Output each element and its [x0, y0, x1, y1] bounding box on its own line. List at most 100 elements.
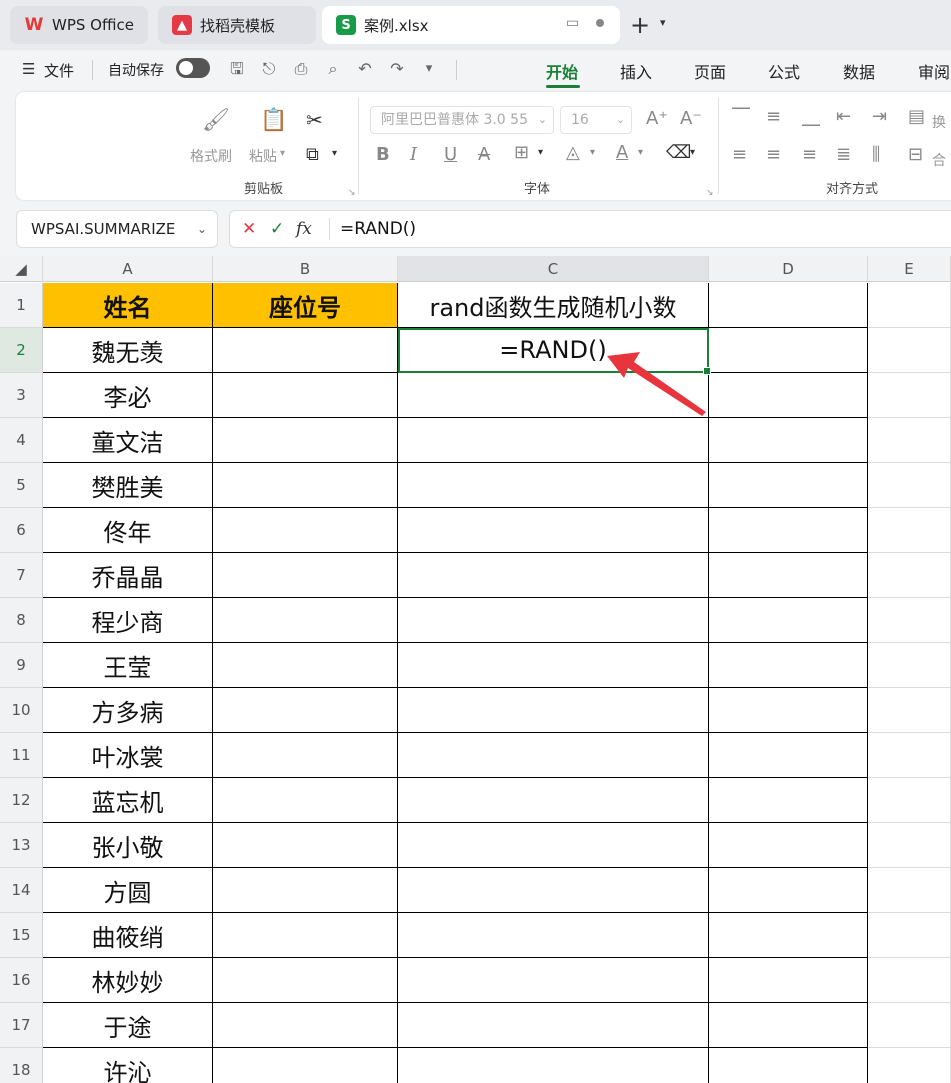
cell-b7[interactable] [213, 553, 398, 598]
cell-b10[interactable] [213, 688, 398, 733]
tab-home[interactable]: 开始 [546, 59, 578, 83]
decrease-indent-icon[interactable]: ⇤ [836, 106, 851, 127]
cell-d7[interactable] [709, 553, 868, 598]
cell-c17[interactable] [398, 1003, 709, 1048]
cell-c5[interactable] [398, 463, 709, 508]
new-tab-plus-icon[interactable]: + [630, 11, 650, 39]
cell-e1[interactable] [868, 283, 951, 328]
row-header-1[interactable]: 1 [0, 283, 43, 328]
cell-d10[interactable] [709, 688, 868, 733]
name-box[interactable]: WPSAI.SUMMARIZE ⌄ [16, 210, 218, 248]
cell-a5[interactable]: 樊胜美 [43, 463, 213, 508]
cell-c7[interactable] [398, 553, 709, 598]
cell-d4[interactable] [709, 418, 868, 463]
cell-a9[interactable]: 王莹 [43, 643, 213, 688]
cell-c3[interactable] [398, 373, 709, 418]
align-top-icon[interactable]: ⎺ [732, 106, 750, 127]
chevron-down-icon[interactable]: ▾ [660, 16, 666, 29]
cell-b2[interactable] [213, 328, 398, 373]
cell-e2[interactable] [868, 328, 951, 373]
cell-c4[interactable] [398, 418, 709, 463]
cell-d11[interactable] [709, 733, 868, 778]
formula-input-box[interactable]: ✕ ✓ fx =RAND() [229, 210, 951, 248]
cell-b8[interactable] [213, 598, 398, 643]
tab-case-xlsx[interactable]: S 案例.xlsx ▭ [322, 6, 620, 44]
cell-e17[interactable] [868, 1003, 951, 1048]
cell-a8[interactable]: 程少商 [43, 598, 213, 643]
cell-b9[interactable] [213, 643, 398, 688]
cell-a15[interactable]: 曲筱绡 [43, 913, 213, 958]
chevron-down-icon[interactable]: ▾ [690, 147, 695, 158]
increase-font-icon[interactable]: A⁺ [646, 108, 668, 129]
borders-icon[interactable]: ⊞ [514, 142, 529, 163]
copy-chevron-icon[interactable]: ▾ [332, 148, 337, 159]
bold-icon[interactable]: B [376, 144, 390, 165]
cell-e13[interactable] [868, 823, 951, 868]
row-header-6[interactable]: 6 [0, 508, 43, 553]
clear-format-eraser-icon[interactable]: ⌫ [666, 142, 691, 163]
row-header-10[interactable]: 10 [0, 688, 43, 733]
cell-a18[interactable]: 许沁 [43, 1048, 213, 1083]
strikethrough-icon[interactable]: A [478, 144, 490, 165]
cell-b13[interactable] [213, 823, 398, 868]
cell-a11[interactable]: 叶冰裳 [43, 733, 213, 778]
cell-a14[interactable]: 方圆 [43, 868, 213, 913]
cell-e7[interactable] [868, 553, 951, 598]
cell-d12[interactable] [709, 778, 868, 823]
hamburger-menu-icon[interactable]: ☰ [22, 60, 35, 78]
tab-page[interactable]: 页面 [694, 59, 726, 83]
italic-icon[interactable]: I [410, 144, 417, 165]
cell-a7[interactable]: 乔晶晶 [43, 553, 213, 598]
underline-icon[interactable]: U [444, 144, 457, 165]
column-header-c[interactable]: C [398, 256, 709, 282]
cell-c2[interactable]: =RAND() [398, 328, 709, 373]
cell-d1[interactable] [709, 283, 868, 328]
cut-scissors-icon[interactable]: ✂ [306, 108, 323, 132]
cell-e10[interactable] [868, 688, 951, 733]
wrap-text-label[interactable]: 换 [932, 112, 946, 132]
row-header-17[interactable]: 17 [0, 1003, 43, 1048]
unsaved-dot-icon[interactable] [596, 19, 604, 27]
font-name-select[interactable]: 阿里巴巴普惠体 3.0 55 ⌄ [370, 106, 554, 134]
cell-e5[interactable] [868, 463, 951, 508]
wrap-text-icon[interactable]: ▤ [908, 106, 925, 127]
cell-c1[interactable]: rand函数生成随机小数 [398, 283, 709, 328]
formula-text[interactable]: =RAND() [340, 219, 416, 239]
cell-c18[interactable] [398, 1048, 709, 1083]
cell-e9[interactable] [868, 643, 951, 688]
cell-d9[interactable] [709, 643, 868, 688]
cell-d14[interactable] [709, 868, 868, 913]
row-header-8[interactable]: 8 [0, 598, 43, 643]
spreadsheet-grid[interactable]: ◢ A B C D E 1 姓名 座位号 rand函数生成随机小数 2 魏无羡 =RAND() 3 李必 4 童… [0, 256, 951, 1083]
cell-c11[interactable] [398, 733, 709, 778]
cell-d6[interactable] [709, 508, 868, 553]
cell-c13[interactable] [398, 823, 709, 868]
cell-d2[interactable] [709, 328, 868, 373]
select-all-corner[interactable]: ◢ [0, 256, 43, 282]
chevron-down-icon[interactable]: ▾ [538, 147, 543, 158]
cancel-x-icon[interactable]: ✕ [242, 219, 256, 239]
row-header-9[interactable]: 9 [0, 643, 43, 688]
cell-b4[interactable] [213, 418, 398, 463]
cell-a13[interactable]: 张小敬 [43, 823, 213, 868]
merge-cells-icon[interactable]: ⊟ [908, 144, 923, 165]
row-header-14[interactable]: 14 [0, 868, 43, 913]
row-header-16[interactable]: 16 [0, 958, 43, 1003]
monitor-icon[interactable]: ▭ [566, 15, 579, 31]
cell-b5[interactable] [213, 463, 398, 508]
cell-a6[interactable]: 佟年 [43, 508, 213, 553]
column-header-e[interactable]: E [868, 256, 951, 282]
dialog-launcher-icon[interactable]: ↘ [348, 188, 356, 198]
cell-b16[interactable] [213, 958, 398, 1003]
cell-d16[interactable] [709, 958, 868, 1003]
cell-a10[interactable]: 方多病 [43, 688, 213, 733]
cell-a17[interactable]: 于途 [43, 1003, 213, 1048]
row-header-15[interactable]: 15 [0, 913, 43, 958]
row-header-3[interactable]: 3 [0, 373, 43, 418]
cell-c15[interactable] [398, 913, 709, 958]
row-header-5[interactable]: 5 [0, 463, 43, 508]
font-color-icon[interactable]: A [616, 142, 628, 163]
cell-e8[interactable] [868, 598, 951, 643]
cell-d15[interactable] [709, 913, 868, 958]
distributed-align-icon[interactable]: ⫼ [872, 144, 880, 165]
